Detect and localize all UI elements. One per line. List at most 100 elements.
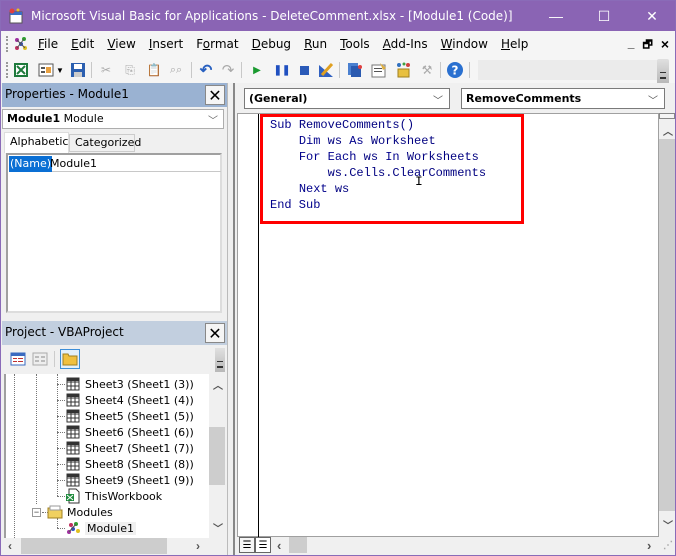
split-bar[interactable] — [659, 113, 675, 119]
scrollbar-thumb[interactable] — [209, 427, 225, 485]
object-browser-button[interactable] — [394, 61, 412, 79]
project-close-button[interactable]: ✕ — [205, 323, 225, 343]
redo-button[interactable]: ↷ — [219, 61, 237, 79]
tree-line — [57, 416, 65, 417]
mdi-close-button[interactable]: × — [661, 36, 669, 55]
cut-icon: ✂ — [100, 63, 112, 77]
scroll-right-icon[interactable]: › — [647, 538, 651, 553]
copy-icon: ⎘ — [125, 62, 135, 77]
view-object-button[interactable] — [30, 349, 50, 369]
window-title: Microsoft Visual Basic for Applications … — [31, 9, 513, 23]
resize-grip-icon[interactable]: ⋰ — [663, 540, 673, 551]
menu-view[interactable]: View — [107, 37, 141, 51]
mdi-restore-button[interactable]: 🗗 — [642, 36, 652, 55]
property-row[interactable]: (Name) Module1 — [9, 156, 221, 172]
run-button[interactable]: ▶ — [248, 61, 266, 79]
copy-button[interactable]: ⎘ — [121, 61, 139, 79]
close-icon: ✕ — [208, 85, 222, 105]
scroll-up-icon[interactable]: ︿ — [213, 377, 223, 392]
tree-item[interactable]: Sheet6 (Sheet1 (6)) — [65, 424, 194, 440]
scroll-down-icon[interactable]: ﹀ — [213, 520, 223, 535]
menu-debug[interactable]: Debug — [252, 37, 297, 51]
properties-window-button[interactable] — [370, 61, 388, 79]
tree-line — [57, 480, 65, 481]
scrollbar-thumb[interactable] — [659, 139, 675, 511]
view-code-button[interactable] — [8, 349, 28, 369]
tree-item[interactable]: Sheet3 (Sheet1 (3)) — [65, 376, 194, 392]
help-button[interactable]: ? — [446, 61, 464, 79]
collapse-toggle[interactable]: − — [32, 508, 41, 517]
scroll-left-icon[interactable]: ‹ — [277, 538, 281, 553]
tab-alphabetic[interactable]: Alphabetic — [4, 132, 69, 153]
tree-item[interactable]: ThisWorkbook — [65, 488, 162, 504]
worksheet-icon — [65, 408, 81, 424]
object-browser-icon — [397, 62, 410, 78]
full-module-view-button[interactable]: ☰ — [255, 537, 271, 553]
tree-item-label: Sheet6 (Sheet1 (6)) — [85, 425, 194, 439]
menu-format[interactable]: Format — [196, 37, 244, 51]
tree-item[interactable]: Sheet9 (Sheet1 (9)) — [65, 472, 194, 488]
tree-item-label: Module1 — [85, 521, 136, 535]
tree-item[interactable]: Sheet4 (Sheet1 (4)) — [65, 392, 194, 408]
scroll-left-icon[interactable]: ‹ — [8, 539, 12, 553]
tree-item[interactable]: Modules — [47, 504, 113, 520]
menu-insert[interactable]: Insert — [149, 37, 189, 51]
toolbar-separator — [91, 62, 92, 78]
menu-file[interactable]: File — [38, 37, 64, 51]
scrollbar-thumb[interactable] — [289, 537, 307, 553]
maximize-button[interactable]: ☐ — [581, 1, 627, 31]
toolbar-empty-area — [478, 60, 658, 80]
insert-dropdown-button[interactable]: ▼ — [55, 61, 65, 79]
code-vertical-scrollbar[interactable]: ︿ ﹀ — [659, 113, 675, 537]
scroll-up-icon[interactable]: ︿ — [663, 123, 673, 138]
tree-item-label: Sheet9 (Sheet1 (9)) — [85, 473, 194, 487]
object-selector[interactable]: Module1 Module ﹀ — [2, 109, 224, 129]
object-combo[interactable]: (General) ﹀ — [244, 88, 450, 109]
save-button[interactable] — [69, 61, 87, 79]
scroll-right-icon[interactable]: › — [196, 539, 200, 553]
project-tree-horizontal-scrollbar[interactable]: ‹ › — [4, 538, 209, 554]
menu-window[interactable]: Window — [441, 37, 494, 51]
vba-editor-window: Microsoft Visual Basic for Applications … — [0, 0, 676, 556]
code-editor[interactable]: Sub RemoveComments() Dim ws As Worksheet… — [237, 113, 659, 538]
scrollbar-thumb[interactable] — [21, 538, 167, 554]
insert-userform-button[interactable] — [37, 61, 55, 79]
toolbar-options-button[interactable] — [657, 59, 669, 83]
minimize-button[interactable]: — — [533, 1, 579, 31]
project-tree-vertical-scrollbar[interactable]: ︿ ﹀ — [209, 374, 225, 538]
reset-button[interactable] — [295, 61, 313, 79]
view-excel-button[interactable] — [12, 61, 30, 79]
tree-item[interactable]: Sheet5 (Sheet1 (5)) — [65, 408, 194, 424]
paste-button[interactable]: 📋 — [145, 61, 163, 79]
properties-close-button[interactable]: ✕ — [205, 85, 225, 105]
menu-help[interactable]: Help — [501, 37, 534, 51]
project-toolbar-options[interactable] — [215, 348, 225, 372]
procedure-combo[interactable]: RemoveComments ﹀ — [461, 88, 665, 109]
toggle-folders-button[interactable] — [60, 349, 80, 369]
menu-run[interactable]: Run — [304, 37, 333, 51]
find-button[interactable]: ⌕⌕ — [167, 61, 185, 79]
mdi-minimize-button[interactable]: _ — [628, 36, 635, 55]
tree-item[interactable]: Module1 — [65, 520, 136, 536]
tree-item[interactable]: Sheet8 (Sheet1 (8)) — [65, 456, 194, 472]
tree-item[interactable]: Sheet7 (Sheet1 (7)) — [65, 440, 194, 456]
design-mode-button[interactable] — [317, 61, 335, 79]
undo-button[interactable]: ↶ — [197, 61, 215, 79]
toolbox-button[interactable]: ⚒ — [418, 61, 436, 79]
paste-icon: 📋 — [146, 63, 162, 77]
menubar-grip[interactable] — [6, 36, 8, 52]
close-icon: ✕ — [208, 323, 222, 343]
tab-categorized[interactable]: Categorized — [69, 134, 141, 152]
property-value[interactable]: Module1 — [49, 156, 98, 172]
procedure-view-button[interactable]: ☰ — [239, 537, 255, 553]
worksheet-icon — [65, 424, 81, 440]
menu-add-ins[interactable]: Add-Ins — [383, 37, 434, 51]
cut-button[interactable]: ✂ — [97, 61, 115, 79]
close-window-button[interactable]: ✕ — [629, 1, 675, 31]
break-button[interactable]: ❚❚ — [273, 61, 291, 79]
toolbar-grip[interactable] — [6, 62, 8, 78]
menu-tools[interactable]: Tools — [340, 37, 376, 51]
project-explorer-button[interactable] — [346, 61, 364, 79]
scroll-down-icon[interactable]: ﹀ — [663, 517, 673, 532]
menu-edit[interactable]: Edit — [71, 37, 100, 51]
